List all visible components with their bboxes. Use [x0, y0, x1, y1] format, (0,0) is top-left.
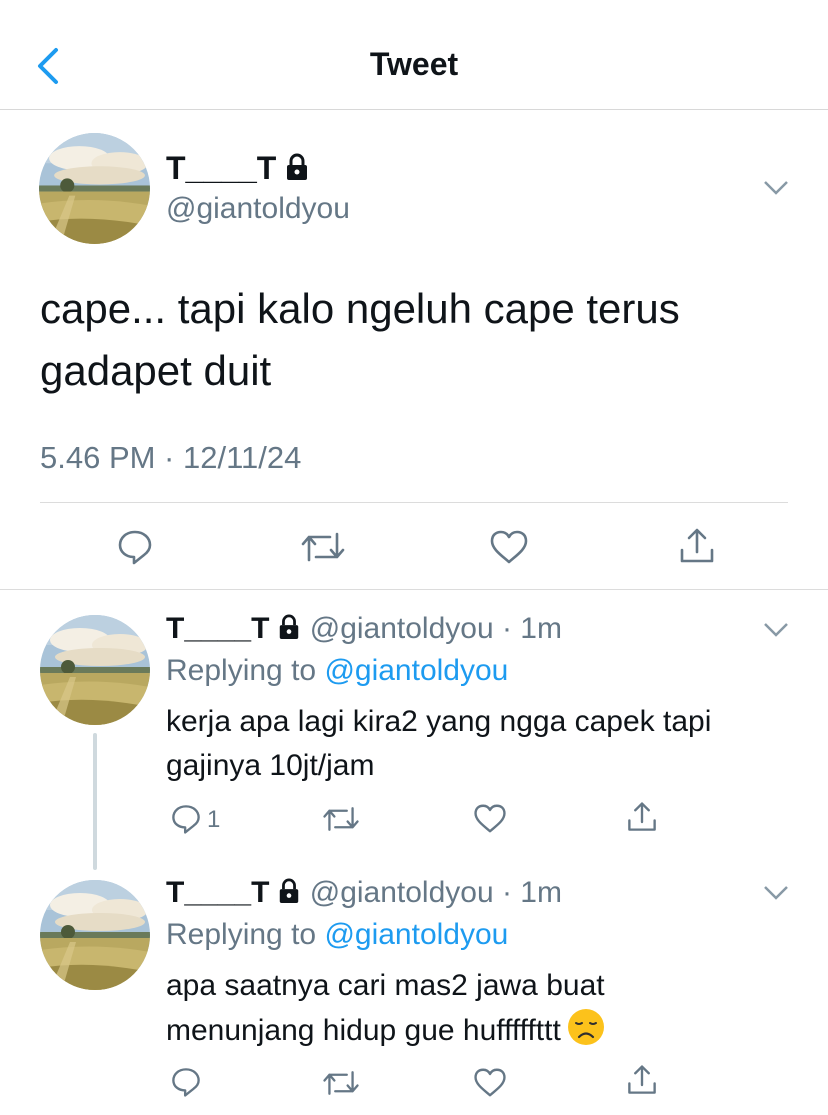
- replying-to-label: Replying to: [166, 654, 325, 687]
- reply-text-line: kerja apa lagi kira2 yang ngga capek tap…: [166, 705, 712, 738]
- divider: [0, 589, 828, 590]
- reply-icon[interactable]: [116, 528, 154, 566]
- like-icon[interactable]: [473, 803, 507, 834]
- reply-handle-time: @giantoldyou · 1m: [309, 876, 562, 909]
- share-icon[interactable]: [626, 1063, 658, 1097]
- page-title: Tweet: [369, 46, 459, 82]
- lock-icon: [280, 614, 299, 639]
- replying-to-label: Replying to: [166, 918, 325, 951]
- lock-icon: [287, 153, 308, 180]
- tweet-text-line: gadapet duit: [40, 347, 272, 394]
- share-icon[interactable]: [626, 800, 658, 834]
- chevron-down-icon[interactable]: [763, 622, 789, 638]
- retweet-icon[interactable]: [300, 530, 346, 564]
- mention-link[interactable]: @giantoldyou: [324, 654, 508, 687]
- author-handle[interactable]: @giantoldyou: [166, 192, 350, 226]
- reply-icon[interactable]: [170, 803, 202, 835]
- mention-link[interactable]: @giantoldyou: [324, 918, 508, 951]
- reply-text: kerja apa lagi kira2 yang ngga capek tap…: [166, 700, 776, 788]
- reply-author-name: T____T: [166, 612, 270, 645]
- tweet-text: cape... tapi kalo ngeluh cape terus gada…: [40, 278, 740, 402]
- reply-icon[interactable]: [170, 1066, 202, 1098]
- chevron-down-icon[interactable]: [763, 180, 789, 196]
- tweet-timestamp[interactable]: 5.46 PM · 12/11/24: [40, 440, 301, 476]
- retweet-icon[interactable]: [322, 804, 360, 834]
- reply-text-line: gajinya 10jt/jam: [166, 749, 375, 782]
- reply-count: 1: [207, 806, 221, 833]
- disappointed-face-icon: [567, 1009, 604, 1045]
- reply-header[interactable]: T____T @giantoldyou · 1m: [166, 612, 562, 646]
- reply-text-line: apa saatnya cari mas2 jawa buat: [166, 969, 605, 1002]
- author-name-text: T____T: [166, 150, 277, 186]
- chevron-down-icon[interactable]: [763, 885, 789, 901]
- share-icon[interactable]: [678, 526, 716, 566]
- reply-handle-time: @giantoldyou · 1m: [309, 612, 562, 645]
- reply-text: apa saatnya cari mas2 jawa buat menunjan…: [166, 964, 776, 1053]
- replying-to: Replying to @giantoldyou: [166, 918, 508, 952]
- like-icon[interactable]: [489, 529, 529, 565]
- lock-icon: [280, 878, 299, 903]
- author-name[interactable]: T____T: [166, 150, 310, 187]
- tweet-text-line: cape... tapi kalo ngeluh cape terus: [40, 285, 680, 332]
- avatar[interactable]: [40, 880, 150, 990]
- top-bar: Tweet: [0, 0, 828, 110]
- reply-text-line-text: menunjang hidup gue hufffffttt: [166, 1014, 561, 1047]
- like-icon[interactable]: [473, 1067, 507, 1098]
- reply-header[interactable]: T____T @giantoldyou · 1m: [166, 876, 562, 910]
- reply-author-name: T____T: [166, 876, 270, 909]
- avatar[interactable]: [39, 133, 150, 244]
- reply-text-line: menunjang hidup gue hufffffttt: [166, 1008, 776, 1053]
- retweet-icon[interactable]: [322, 1068, 360, 1098]
- replying-to: Replying to @giantoldyou: [166, 654, 508, 688]
- divider: [40, 502, 788, 503]
- thread-connector: [93, 733, 97, 870]
- avatar[interactable]: [40, 615, 150, 725]
